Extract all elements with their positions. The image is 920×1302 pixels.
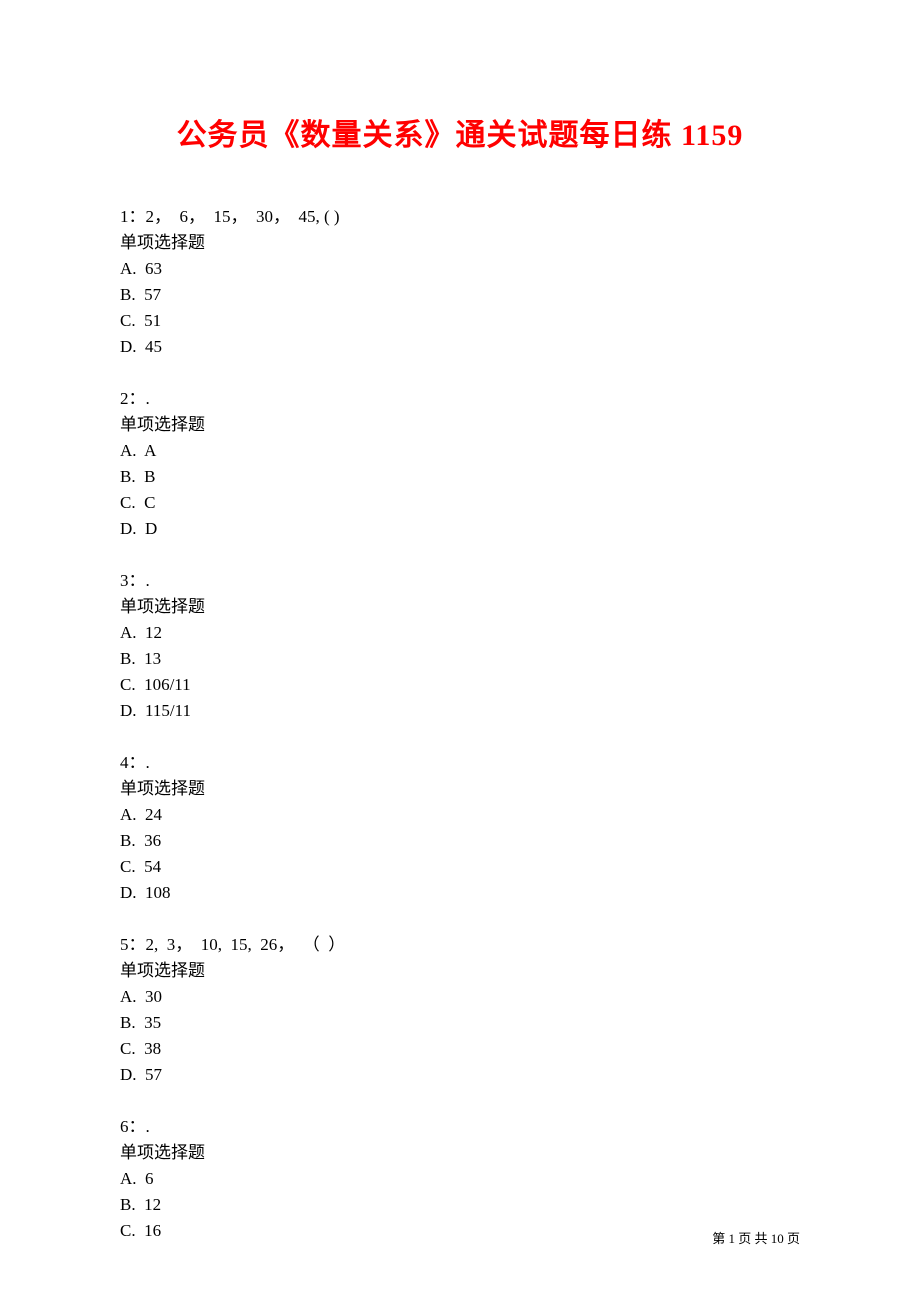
option: B. 36	[120, 828, 800, 854]
option: D. 115/11	[120, 698, 800, 724]
option: D. 57	[120, 1062, 800, 1088]
option: B. 35	[120, 1010, 800, 1036]
option: B. 12	[120, 1192, 800, 1218]
question-type: 单项选择题	[120, 1140, 800, 1166]
page-footer: 第 1 页 共 10 页	[712, 1228, 800, 1247]
option: C. 51	[120, 308, 800, 334]
question-block: 1：2， 6， 15， 30， 45, ( ) 单项选择题 A. 63 B. 5…	[120, 204, 800, 360]
option: B. 13	[120, 646, 800, 672]
document-title: 公务员《数量关系》通关试题每日练 1159	[120, 110, 800, 154]
option: A. 30	[120, 984, 800, 1010]
question-stem: 6：.	[120, 1114, 800, 1140]
question-block: 2：. 单项选择题 A. A B. B C. C D. D	[120, 386, 800, 542]
option: C. 38	[120, 1036, 800, 1062]
question-stem: 4：.	[120, 750, 800, 776]
option: A. 24	[120, 802, 800, 828]
option: C. 54	[120, 854, 800, 880]
option: B. B	[120, 464, 800, 490]
question-type: 单项选择题	[120, 594, 800, 620]
question-block: 4：. 单项选择题 A. 24 B. 36 C. 54 D. 108	[120, 750, 800, 906]
question-block: 3：. 单项选择题 A. 12 B. 13 C. 106/11 D. 115/1…	[120, 568, 800, 724]
option: A. 63	[120, 256, 800, 282]
question-type: 单项选择题	[120, 776, 800, 802]
option: D. D	[120, 516, 800, 542]
option: D. 45	[120, 334, 800, 360]
question-stem: 1：2， 6， 15， 30， 45, ( )	[120, 204, 800, 230]
question-type: 单项选择题	[120, 230, 800, 256]
option: B. 57	[120, 282, 800, 308]
option: C. 106/11	[120, 672, 800, 698]
option: C. 16	[120, 1218, 800, 1244]
option: A. 12	[120, 620, 800, 646]
question-block: 6：. 单项选择题 A. 6 B. 12 C. 16	[120, 1114, 800, 1244]
option: D. 108	[120, 880, 800, 906]
option: C. C	[120, 490, 800, 516]
question-stem: 3：.	[120, 568, 800, 594]
option: A. 6	[120, 1166, 800, 1192]
option: A. A	[120, 438, 800, 464]
question-block: 5：2, 3， 10, 15, 26， （ ） 单项选择题 A. 30 B. 3…	[120, 932, 800, 1088]
question-stem: 5：2, 3， 10, 15, 26， （ ）	[120, 932, 800, 958]
question-type: 单项选择题	[120, 958, 800, 984]
question-stem: 2：.	[120, 386, 800, 412]
question-type: 单项选择题	[120, 412, 800, 438]
